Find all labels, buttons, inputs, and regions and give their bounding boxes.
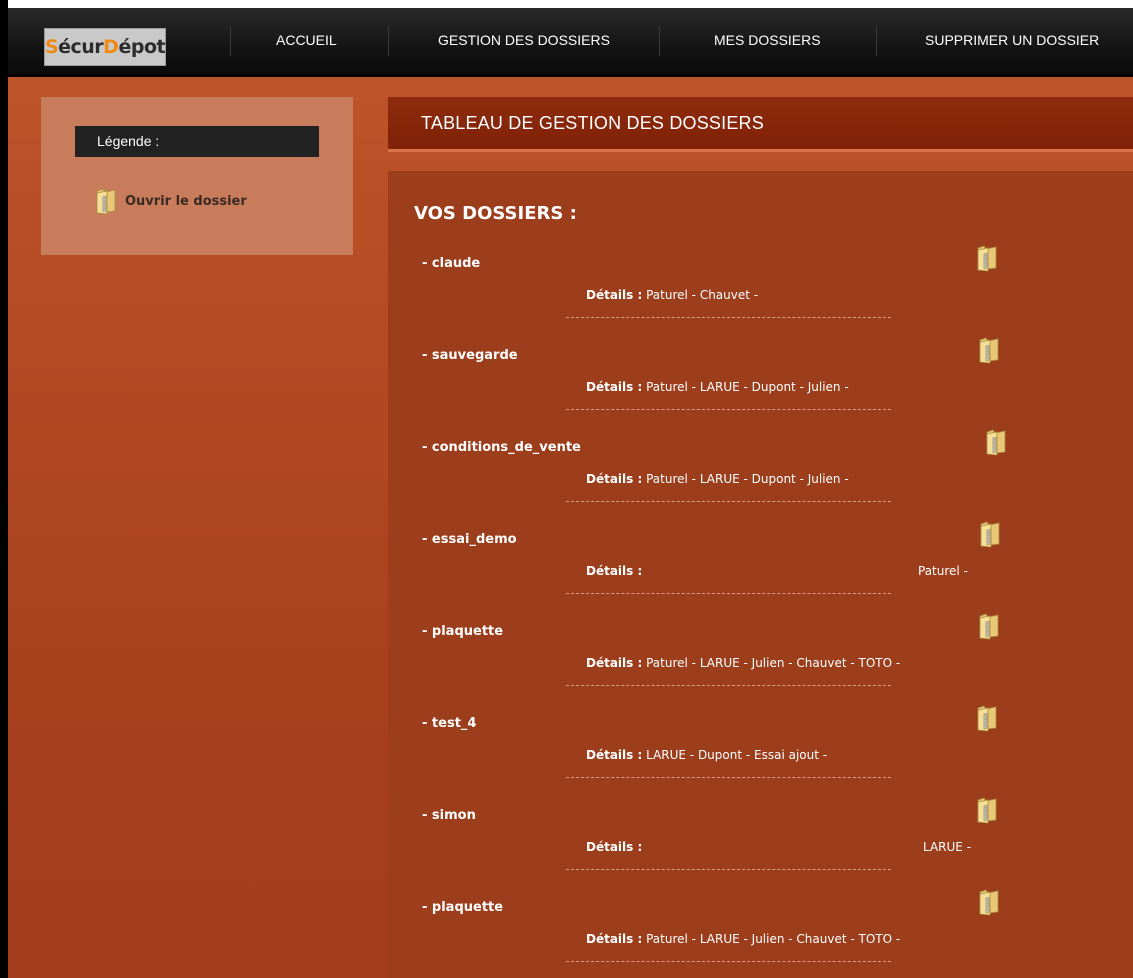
folder-entry: - sauvegarde Détails : Paturel - LARUE -… (388, 337, 1133, 440)
folder-entry: - plaquette Détails : Paturel - LARUE - … (388, 889, 1133, 978)
folder-name[interactable]: - test_4 (422, 716, 476, 731)
header-divider (388, 149, 1133, 152)
folder-divider (566, 593, 891, 594)
details-label: Détails : (586, 288, 643, 302)
folder-entry: - conditions_de_vente Détails : Paturel … (388, 429, 1133, 532)
open-folder-icon[interactable] (978, 612, 1000, 640)
details-label: Détails : (586, 932, 643, 946)
folder-name[interactable]: - plaquette (422, 900, 503, 915)
nav-separator (659, 26, 660, 56)
folders-panel: VOS DOSSIERS : - claude Détails : Pature… (388, 171, 1133, 978)
logo-text-mid: écur (58, 36, 104, 58)
open-folder-icon[interactable] (976, 244, 998, 272)
left-border (0, 0, 8, 978)
open-folder-icon[interactable] (979, 520, 1001, 548)
page-frame: Sécur Dépot ACCUEIL GESTION DES DOSSIERS … (8, 8, 1133, 978)
details-label: Détails : (586, 748, 643, 762)
folder-name[interactable]: - essai_demo (422, 532, 517, 547)
folder-divider (566, 409, 891, 410)
folder-members: Paturel - LARUE - Julien - Chauvet - TOT… (646, 656, 901, 670)
folder-name[interactable]: - sauvegarde (422, 348, 518, 363)
nav-item-gestion-des-dossiers[interactable]: GESTION DES DOSSIERS (438, 32, 610, 48)
section-title: VOS DOSSIERS : (414, 203, 577, 224)
details-label: Détails : (586, 472, 643, 486)
folder-name[interactable]: - simon (422, 808, 476, 823)
open-folder-icon[interactable] (985, 428, 1007, 456)
folder-icon (95, 187, 117, 215)
folder-members: Paturel - LARUE - Dupont - Julien - (646, 380, 849, 394)
folder-details: Détails : Paturel - LARUE - Julien - Cha… (586, 656, 936, 670)
open-folder-icon[interactable] (976, 796, 998, 824)
folder-divider (566, 685, 891, 686)
nav-item-accueil[interactable]: ACCUEIL (276, 32, 337, 48)
folder-members: LARUE - Dupont - Essai ajout - (646, 748, 828, 762)
folder-details: Détails : Paturel - LARUE - Julien - Cha… (586, 932, 936, 946)
legend-label-open-folder: Ouvrir le dossier (125, 193, 247, 209)
nav-item-supprimer-un-dossier[interactable]: SUPPRIMER UN DOSSIER (925, 32, 1099, 48)
legend-title: Légende : (75, 126, 319, 157)
folder-entry: - plaquette Détails : Paturel - LARUE - … (388, 613, 1133, 716)
folder-entry: - test_4 Détails : LARUE - Dupont - Essa… (388, 705, 1133, 808)
folder-divider (566, 777, 891, 778)
open-folder-icon[interactable] (978, 336, 1000, 364)
folder-name[interactable]: - claude (422, 256, 480, 271)
details-label: Détails : (586, 656, 643, 670)
details-label: Détails : (586, 840, 643, 854)
open-folder-icon[interactable] (976, 704, 998, 732)
open-folder-icon[interactable] (978, 888, 1000, 916)
folder-members: Paturel - LARUE - Julien - Chauvet - TOT… (646, 932, 901, 946)
legend-panel: Légende : Ouvrir le dossier (41, 97, 353, 255)
nav-item-mes-dossiers[interactable]: MES DOSSIERS (714, 32, 821, 48)
page-title: TABLEAU DE GESTION DES DOSSIERS (421, 113, 764, 133)
details-label: Détails : (586, 380, 643, 394)
folder-divider (566, 961, 891, 962)
nav-bottom-border (8, 74, 1133, 77)
folder-details: Détails : Paturel - Chauvet - (586, 288, 936, 302)
nav-separator (876, 26, 877, 56)
top-navigation: Sécur Dépot ACCUEIL GESTION DES DOSSIERS … (8, 8, 1133, 74)
logo-accent-d: D (103, 36, 119, 58)
folder-members: LARUE - (923, 840, 972, 854)
folder-details: Détails : Paturel - LARUE - Dupont - Jul… (586, 380, 936, 394)
folder-details: Détails : LARUE - (586, 840, 971, 854)
folder-details: Détails : Paturel - LARUE - Dupont - Jul… (586, 472, 936, 486)
folder-divider (566, 869, 891, 870)
logo-accent-s: S (44, 36, 59, 58)
details-label: Détails : (586, 564, 643, 578)
folder-name[interactable]: - plaquette (422, 624, 503, 639)
nav-separator (230, 26, 231, 56)
folder-divider (566, 501, 891, 502)
folder-details: Détails : LARUE - Dupont - Essai ajout - (586, 748, 936, 762)
folder-name[interactable]: - conditions_de_vente (422, 440, 581, 455)
folder-details: Détails : Paturel - (586, 564, 968, 578)
app-logo[interactable]: Sécur Dépot (44, 28, 166, 66)
folder-entry: - claude Détails : Paturel - Chauvet - (388, 245, 1133, 348)
folder-entry: - simon Détails : LARUE - (388, 797, 1133, 900)
legend-item: Ouvrir le dossier (95, 187, 247, 215)
folder-divider (566, 317, 891, 318)
logo-text-end: épot (118, 36, 166, 58)
folder-members: Paturel - (918, 564, 968, 578)
nav-separator (388, 26, 389, 56)
folder-entry: - essai_demo Détails : Paturel - (388, 521, 1133, 624)
folder-members: Paturel - LARUE - Dupont - Julien - (646, 472, 849, 486)
main-header: TABLEAU DE GESTION DES DOSSIERS (388, 97, 1133, 149)
folder-members: Paturel - Chauvet - (646, 288, 759, 302)
